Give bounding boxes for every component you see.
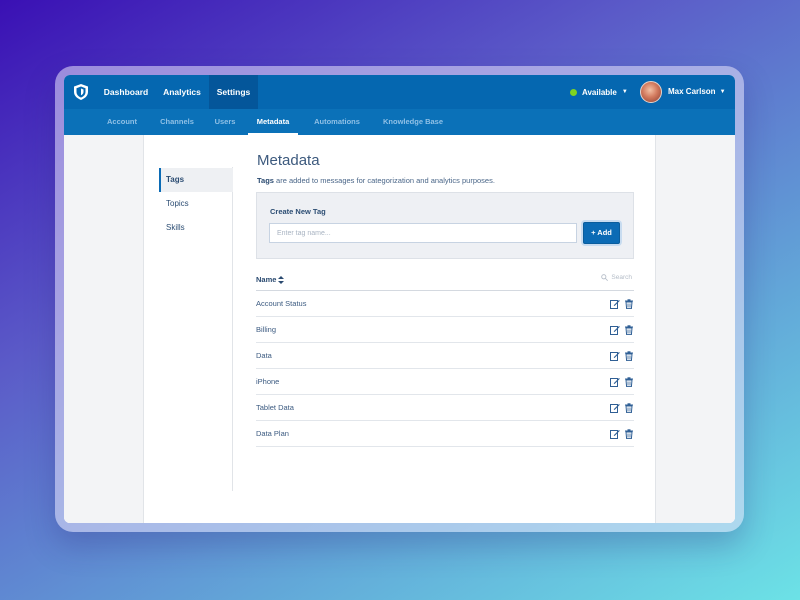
page-description: Tags are added to messages for categoriz… bbox=[257, 176, 495, 185]
row-label: Account Status bbox=[256, 299, 307, 308]
search-icon bbox=[601, 274, 609, 281]
availability-dropdown[interactable]: Available ▼ bbox=[570, 87, 628, 97]
row-label: iPhone bbox=[256, 377, 280, 386]
table-row[interactable]: iPhone bbox=[256, 369, 634, 395]
status-dot-icon bbox=[570, 88, 577, 96]
caret-down-icon: ▼ bbox=[621, 89, 628, 95]
edit-icon[interactable] bbox=[610, 325, 620, 335]
create-tag-label: Create New Tag bbox=[270, 207, 326, 216]
edit-icon[interactable] bbox=[610, 403, 620, 413]
top-navbar: Dashboard Analytics Settings Available ▼… bbox=[64, 75, 735, 109]
trash-icon[interactable] bbox=[624, 351, 634, 361]
nav-tab-analytics[interactable]: Analytics bbox=[155, 75, 209, 109]
sidebar-item-tags[interactable]: Tags bbox=[159, 168, 233, 192]
subnav-tab-metadata[interactable]: Metadata bbox=[248, 109, 298, 135]
edit-icon[interactable] bbox=[610, 429, 620, 439]
settings-subnav: Account Channels Users Metadata Automati… bbox=[64, 109, 735, 135]
nav-tab-settings[interactable]: Settings bbox=[209, 75, 258, 109]
subnav-tab-automations[interactable]: Automations bbox=[308, 109, 366, 135]
name-column-label: Name bbox=[256, 275, 277, 284]
trash-icon[interactable] bbox=[624, 403, 634, 413]
nav-tab-dashboard[interactable]: Dashboard bbox=[97, 75, 155, 109]
page-description-text: are added to messages for categorization… bbox=[273, 176, 495, 185]
add-tag-button[interactable]: + Add bbox=[583, 222, 620, 244]
edit-icon[interactable] bbox=[610, 299, 620, 309]
app-window: Dashboard Analytics Settings Available ▼… bbox=[64, 75, 735, 523]
shield-logo-icon[interactable] bbox=[74, 84, 88, 100]
row-label: Data bbox=[256, 351, 272, 360]
edit-icon[interactable] bbox=[610, 351, 620, 361]
table-search[interactable]: Search bbox=[601, 274, 632, 281]
trash-icon[interactable] bbox=[624, 429, 634, 439]
table-row[interactable]: Data bbox=[256, 343, 634, 369]
row-label: Data Plan bbox=[256, 429, 289, 438]
row-label: Tablet Data bbox=[256, 403, 294, 412]
search-placeholder: Search bbox=[611, 274, 632, 281]
trash-icon[interactable] bbox=[624, 377, 634, 387]
tags-table-header: Name Search bbox=[256, 271, 634, 291]
edit-icon[interactable] bbox=[610, 377, 620, 387]
sidebar-item-topics[interactable]: Topics bbox=[159, 192, 233, 216]
user-name: Max Carlson bbox=[668, 87, 716, 96]
subnav-tab-users[interactable]: Users bbox=[209, 109, 241, 135]
subnav-tab-channels[interactable]: Channels bbox=[152, 109, 202, 135]
sort-icon[interactable] bbox=[278, 275, 285, 284]
left-gutter bbox=[64, 135, 144, 523]
table-row[interactable]: Tablet Data bbox=[256, 395, 634, 421]
avatar[interactable] bbox=[640, 81, 662, 103]
subnav-tab-knowledge-base[interactable]: Knowledge Base bbox=[377, 109, 449, 135]
page-description-strong: Tags bbox=[257, 176, 274, 185]
table-row[interactable]: Data Plan bbox=[256, 421, 634, 447]
right-gutter bbox=[655, 135, 735, 523]
table-row[interactable]: Billing bbox=[256, 317, 634, 343]
trash-icon[interactable] bbox=[624, 325, 634, 335]
subnav-tab-account[interactable]: Account bbox=[100, 109, 144, 135]
user-menu[interactable]: Max Carlson ▼ bbox=[668, 87, 726, 96]
tag-name-input[interactable] bbox=[269, 223, 577, 243]
table-row[interactable]: Account Status bbox=[256, 291, 634, 317]
status-label: Available bbox=[582, 87, 617, 97]
name-column-header[interactable]: Name bbox=[256, 275, 285, 284]
caret-down-icon: ▼ bbox=[719, 88, 726, 95]
sidebar-item-skills[interactable]: Skills bbox=[159, 216, 233, 240]
row-label: Billing bbox=[256, 325, 277, 334]
trash-icon[interactable] bbox=[624, 299, 634, 309]
page-title: Metadata bbox=[257, 152, 320, 169]
